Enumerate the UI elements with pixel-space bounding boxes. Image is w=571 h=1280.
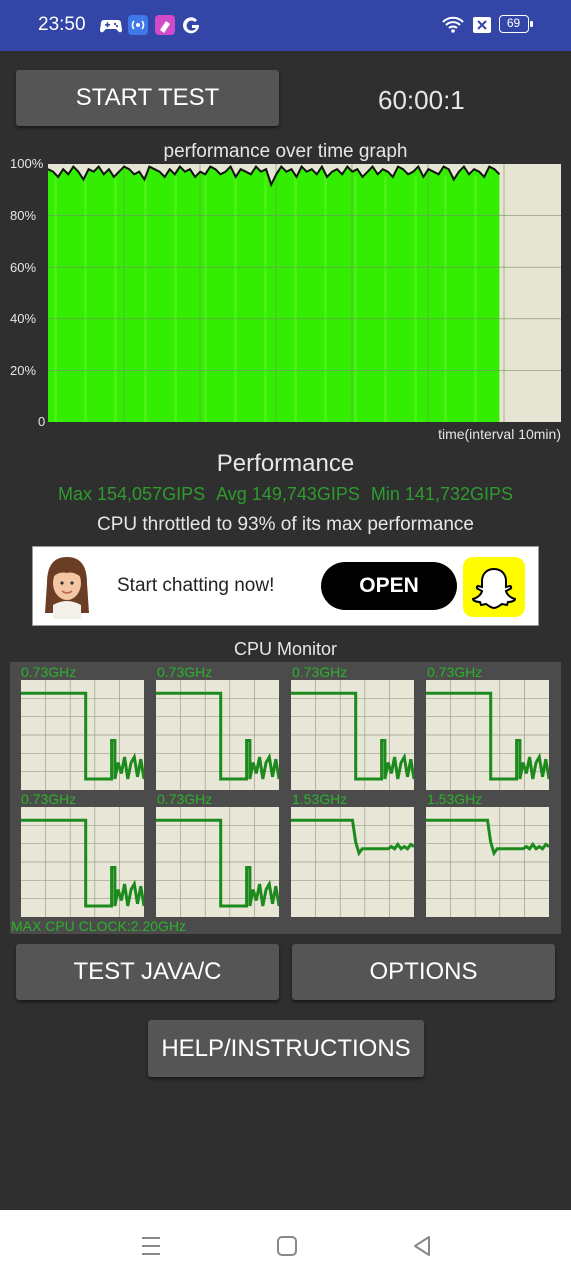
performance-title: Performance (216, 450, 355, 477)
hotspot-icon (128, 15, 148, 35)
cpu-core-graph (426, 680, 549, 790)
graph-stripe (54, 176, 57, 422)
performance-graph (48, 164, 561, 422)
graph-stripe (144, 176, 147, 422)
core-frequency-label: 0.73GHz (21, 664, 77, 680)
graph-stripe (444, 176, 447, 422)
start-test-button[interactable]: START TEST (16, 70, 279, 126)
cpu-core-graph (21, 680, 144, 790)
max-stat: Max 154,057GIPS (58, 484, 206, 504)
graph-stripe (384, 176, 387, 422)
graph-stripe (474, 176, 477, 422)
graph-stripe (324, 176, 327, 422)
throttle-summary: CPU throttled to 93% of its max performa… (97, 514, 474, 535)
core-frequency-label: 0.73GHz (157, 664, 213, 680)
options-button[interactable]: OPTIONS (292, 944, 555, 1000)
help-instructions-button[interactable]: HELP/INSTRUCTIONS (148, 1020, 424, 1077)
core-frequency-label: 0.73GHz (157, 791, 213, 807)
cpu-core-graph (156, 807, 279, 917)
battery-level: 69 (506, 16, 521, 30)
avg-stat: Avg 149,743GIPS (216, 484, 360, 504)
back-icon[interactable] (411, 1235, 433, 1257)
app-icon (155, 15, 175, 35)
wifi-icon (442, 16, 464, 33)
y-tick-label: 100% (10, 156, 44, 171)
cpu-monitor-panel: 0.73GHz 0.73GHz 0.73GHz 0.73GHz 0.73GHz … (10, 662, 561, 934)
core-frequency-label: 0.73GHz (292, 664, 348, 680)
navigation-bar (0, 1210, 571, 1280)
ad-text: Start chatting now! (117, 575, 275, 596)
avatar-icon (45, 557, 89, 619)
status-bar: 23:50 69 (0, 0, 571, 51)
snapchat-logo-icon (463, 557, 525, 617)
graph-stripe (414, 176, 417, 422)
graph-title: performance over time graph (163, 141, 408, 162)
cpu-monitor-title: CPU Monitor (233, 639, 338, 659)
y-tick-label: 80% (10, 208, 37, 223)
test-timer: 60:00:1 (378, 85, 465, 115)
graph-stripe (204, 176, 207, 422)
google-icon (183, 17, 200, 34)
status-time: 23:50 (38, 14, 86, 35)
ad-banner[interactable]: Start chatting now! OPEN (32, 546, 539, 626)
menu-icon[interactable] (140, 1235, 162, 1257)
graph-stripe (294, 176, 297, 422)
ad-open-button[interactable]: OPEN (321, 562, 457, 610)
cpu-core-graph (291, 807, 414, 917)
y-tick-label: 40% (10, 311, 37, 326)
core-frequency-label: 0.73GHz (21, 791, 77, 807)
core-frequency-label: 0.73GHz (427, 664, 483, 680)
close-box-icon (473, 17, 491, 33)
graph-stripe (354, 176, 357, 422)
graph-stripe (234, 176, 237, 422)
test-java-c-button[interactable]: TEST JAVA/C (16, 944, 279, 1000)
y-tick-label: 60% (10, 260, 37, 275)
cpu-core-graph (21, 807, 144, 917)
home-icon[interactable] (276, 1235, 298, 1257)
y-tick-label: 20% (10, 363, 37, 378)
graph-stripe (84, 176, 87, 422)
graph-stripe (264, 176, 267, 422)
min-stat: Min 141,732GIPS (370, 484, 513, 504)
cpu-core-graph (426, 807, 549, 917)
gamepad-icon (100, 20, 122, 33)
core-frequency-label: 1.53GHz (292, 791, 348, 807)
battery-icon: 69 (499, 15, 533, 33)
x-axis-label: time(interval 10min) (438, 426, 561, 442)
performance-stats: Max 154,057GIPS Avg 149,743GIPS Min 141,… (0, 484, 571, 505)
graph-stripe (114, 176, 117, 422)
core-frequency-label: 1.53GHz (427, 791, 483, 807)
cpu-core-graph (156, 680, 279, 790)
graph-stripe (174, 176, 177, 422)
max-cpu-clock: MAX CPU CLOCK:2.20GHz (11, 918, 187, 934)
cpu-core-graph (291, 680, 414, 790)
